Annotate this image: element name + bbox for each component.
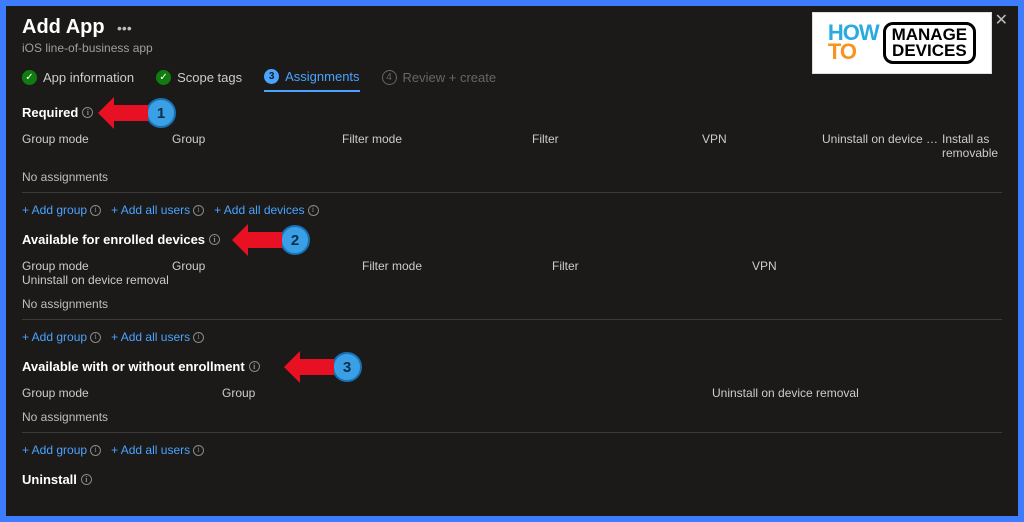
info-icon[interactable] (249, 361, 260, 372)
arrow-icon (248, 232, 282, 248)
info-icon[interactable] (193, 205, 204, 216)
step-assignments[interactable]: 3 Assignments (264, 69, 359, 92)
col-filter: Filter (532, 132, 702, 160)
col-group-mode: Group mode (22, 259, 172, 273)
callout-3: 3 (300, 352, 362, 382)
add-app-panel: ✕ HOW TO MANAGE DEVICES Add App ••• iOS … (6, 6, 1018, 516)
divider (22, 192, 1002, 193)
step-number-icon: 4 (382, 70, 397, 85)
col-filter: Filter (552, 259, 752, 273)
col-vpn: VPN (752, 259, 1002, 273)
callout-1: 1 (114, 98, 176, 128)
col-uninstall: Uninstall on device removal (712, 386, 1002, 400)
add-group-link[interactable]: + Add group (22, 443, 101, 457)
col-group-mode: Group mode (22, 386, 222, 400)
col-group: Group (222, 386, 712, 400)
add-all-users-link[interactable]: + Add all users (111, 330, 204, 344)
step-label: Review + create (403, 70, 497, 85)
col-filter-mode: Filter mode (342, 132, 532, 160)
col-group: Group (172, 132, 342, 160)
check-icon (156, 70, 171, 85)
col-removable: Install as removable (942, 132, 1002, 160)
logo-howto: HOW TO (828, 24, 879, 61)
required-columns: Group mode Group Filter mode Filter VPN … (22, 132, 1002, 166)
col-group-mode: Group mode (22, 132, 172, 160)
step-scope-tags[interactable]: Scope tags (156, 70, 242, 91)
info-icon[interactable] (90, 205, 101, 216)
section-title-required: Required (22, 105, 93, 120)
callout-badge: 2 (280, 225, 310, 255)
info-icon[interactable] (193, 445, 204, 456)
col-filter-mode: Filter mode (362, 259, 552, 273)
section-title-without: Available with or without enrollment (22, 359, 260, 374)
section-required: 1 Required Group mode Group Filter mode … (22, 104, 1002, 217)
add-all-devices-link[interactable]: + Add all devices (214, 203, 318, 217)
callout-badge: 1 (146, 98, 176, 128)
info-icon[interactable] (82, 107, 93, 118)
without-links: + Add group + Add all users (22, 443, 1002, 457)
enrolled-links: + Add group + Add all users (22, 330, 1002, 344)
section-title-enrolled: Available for enrolled devices (22, 232, 220, 247)
add-all-users-link[interactable]: + Add all users (111, 203, 204, 217)
add-group-link[interactable]: + Add group (22, 330, 101, 344)
enrolled-empty: No assignments (22, 293, 1002, 319)
add-all-users-link[interactable]: + Add all users (111, 443, 204, 457)
step-label: App information (43, 70, 134, 85)
col-uninstall: Uninstall on device … (822, 132, 942, 160)
callout-badge: 3 (332, 352, 362, 382)
step-app-information[interactable]: App information (22, 70, 134, 91)
info-icon[interactable] (308, 205, 319, 216)
arrow-icon (300, 359, 334, 375)
arrow-icon (114, 105, 148, 121)
step-review-create[interactable]: 4 Review + create (382, 70, 497, 91)
callout-2: 2 (248, 225, 310, 255)
section-without-enrollment: 3 Available with or without enrollment G… (22, 358, 1002, 457)
step-label: Scope tags (177, 70, 242, 85)
section-enrolled: 2 Available for enrolled devices Group m… (22, 231, 1002, 344)
divider (22, 432, 1002, 433)
logo-manage-devices: MANAGE DEVICES (883, 22, 977, 64)
more-icon[interactable]: ••• (117, 20, 132, 36)
col-vpn: VPN (702, 132, 822, 160)
step-label: Assignments (285, 69, 359, 84)
info-icon[interactable] (193, 332, 204, 343)
info-icon[interactable] (90, 445, 101, 456)
info-icon[interactable] (209, 234, 220, 245)
check-icon (22, 70, 37, 85)
info-icon[interactable] (90, 332, 101, 343)
without-empty: No assignments (22, 406, 1002, 432)
brand-logo: HOW TO MANAGE DEVICES (812, 12, 992, 74)
col-group: Group (172, 259, 362, 273)
enrolled-columns: Group mode Group Filter mode Filter VPN … (22, 259, 1002, 293)
required-empty: No assignments (22, 166, 1002, 192)
without-columns: Group mode Group Uninstall on device rem… (22, 386, 1002, 406)
col-uninstall: Uninstall on device removal (22, 273, 172, 287)
section-uninstall: Uninstall (22, 471, 1002, 489)
step-number-icon: 3 (264, 69, 279, 84)
required-links: + Add group + Add all users + Add all de… (22, 203, 1002, 217)
divider (22, 319, 1002, 320)
close-icon[interactable]: ✕ (995, 10, 1008, 30)
section-title-uninstall: Uninstall (22, 472, 92, 487)
add-group-link[interactable]: + Add group (22, 203, 101, 217)
page-title: Add App (22, 16, 105, 38)
info-icon[interactable] (81, 474, 92, 485)
